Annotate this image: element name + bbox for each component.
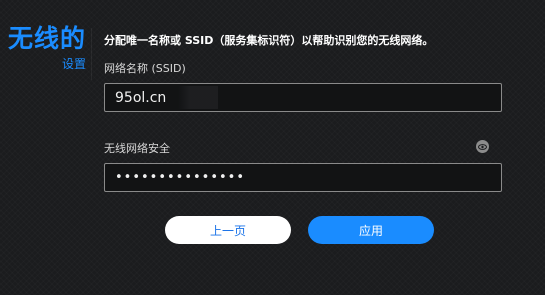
page-title-block: 无线的 设置: [8, 24, 86, 72]
ssid-value: 95ol.cn: [115, 89, 167, 106]
ssid-redaction: [178, 86, 218, 109]
page-subtitle: 设置: [61, 57, 86, 71]
eye-icon-glyph: [478, 143, 487, 150]
apply-button[interactable]: 应用: [308, 216, 434, 244]
previous-button[interactable]: 上一页: [165, 216, 291, 244]
page-description: 分配唯一名称或 SSID（服务集标识符）以帮助识别您的无线网络。: [104, 34, 434, 47]
ssid-input[interactable]: 95ol.cn: [104, 83, 502, 112]
security-label: 无线网络安全: [104, 142, 170, 155]
title-divider: [91, 28, 92, 80]
ssid-label: 网络名称 (SSID): [104, 62, 186, 75]
page-title: 无线的: [8, 24, 87, 53]
password-input[interactable]: •••••••••••••••: [104, 163, 502, 192]
eye-icon[interactable]: [476, 140, 489, 153]
password-value: •••••••••••••••: [115, 170, 246, 185]
